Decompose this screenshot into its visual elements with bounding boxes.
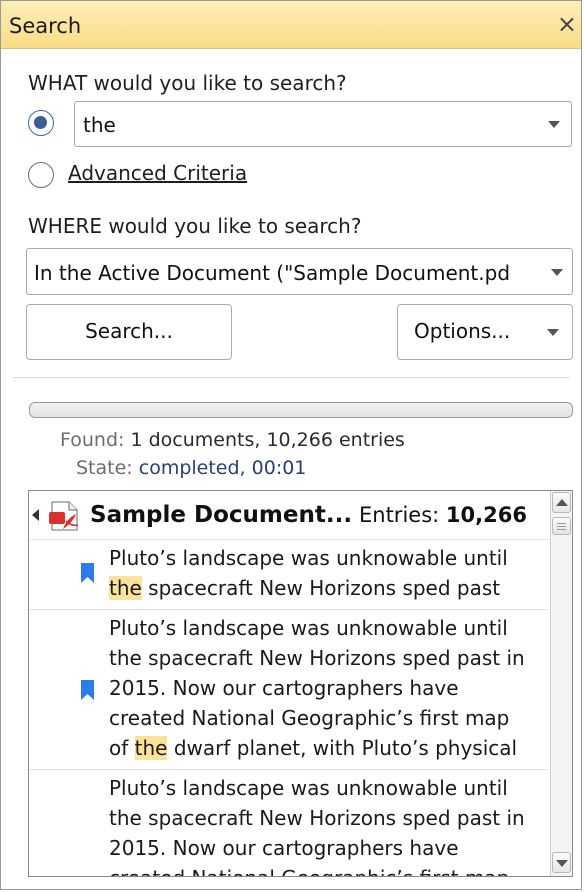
chevron-down-icon[interactable] — [548, 121, 560, 128]
found-value: 1 documents, 10,266 entries — [130, 429, 405, 451]
options-button[interactable]: Options... — [397, 304, 573, 360]
result-line: 2015. Now our cartographers have — [109, 836, 459, 860]
radio-selected-dot — [34, 116, 47, 129]
search-scope-value: In the Active Document ("Sample Document… — [34, 261, 511, 285]
section-divider — [13, 377, 569, 378]
radio-basic-search[interactable] — [28, 110, 54, 136]
result-line: Pluto’s landscape was unknowable until — [109, 776, 508, 800]
expander-icon[interactable] — [32, 509, 39, 521]
found-status: Found: 1 documents, 10,266 entries — [60, 429, 405, 451]
search-progress-bar — [29, 402, 573, 418]
search-query-value: the — [83, 113, 116, 137]
state-label: State: — [76, 457, 133, 479]
result-line: the spacecraft New Horizons sped past in — [109, 646, 525, 670]
state-value: completed, 00:01 — [138, 457, 307, 479]
result-line: the spacecraft New Horizons sped past in — [109, 806, 525, 830]
result-line: of the dwarf planet, with Pluto’s physic… — [109, 736, 518, 760]
search-panel: Search × WHAT would you like to search? … — [0, 0, 582, 890]
advanced-criteria-link[interactable]: Advanced Criteria — [68, 161, 247, 185]
scrollbar-thumb[interactable] — [552, 517, 571, 535]
search-hit-highlight: the — [109, 576, 142, 600]
result-line: created National Geographic’s first map — [109, 866, 509, 876]
result-line: created National Geographic’s first map — [109, 706, 510, 730]
result-entries: Entries: 10,266 — [359, 503, 527, 527]
result-item[interactable]: Pluto’s landscape was unknowable until t… — [29, 539, 548, 609]
chevron-down-icon[interactable] — [551, 269, 563, 276]
found-label: Found: — [60, 429, 125, 451]
result-line: Pluto’s landscape was unknowable until — [109, 616, 508, 640]
result-document-name: Sample Document... — [90, 502, 353, 528]
panel-title: Search — [9, 14, 82, 38]
search-button[interactable]: Search... — [26, 304, 232, 360]
result-item[interactable]: Pluto’s landscape was unknowable until t… — [29, 769, 548, 876]
result-item[interactable]: Pluto’s landscape was unknowable until t… — [29, 609, 548, 769]
options-button-label: Options... — [414, 319, 511, 343]
results-scrollbar[interactable] — [550, 491, 572, 876]
entries-label: Entries: — [359, 503, 440, 527]
bookmark-icon — [81, 680, 94, 700]
search-button-label: Search... — [85, 319, 173, 343]
panel-title-bar: Search × — [1, 1, 581, 49]
arrow-down-icon[interactable] — [552, 852, 571, 873]
state-status: State: completed, 00:01 — [76, 457, 306, 479]
result-line: 2015. Now our cartographers have — [109, 676, 459, 700]
result-line: the spacecraft New Horizons sped past — [109, 576, 501, 600]
pdf-document-icon — [49, 501, 79, 531]
search-results-list: Sample Document... Entries: 10,266 Pluto… — [28, 490, 573, 877]
bookmark-icon — [81, 563, 94, 583]
search-query-combobox[interactable]: the — [74, 101, 572, 147]
close-icon[interactable]: × — [557, 10, 577, 38]
entries-count: 10,266 — [445, 503, 527, 527]
chevron-down-icon[interactable] — [547, 329, 559, 336]
result-document-row[interactable]: Sample Document... Entries: 10,266 — [29, 491, 549, 539]
arrow-up-icon[interactable] — [552, 492, 571, 513]
what-label: WHAT would you like to search? — [28, 71, 347, 95]
radio-advanced-criteria[interactable] — [28, 162, 54, 188]
where-label: WHERE would you like to search? — [28, 214, 362, 238]
search-scope-dropdown[interactable]: In the Active Document ("Sample Document… — [26, 248, 573, 295]
result-line: Pluto’s landscape was unknowable until — [109, 546, 508, 570]
search-hit-highlight: the — [134, 736, 168, 760]
